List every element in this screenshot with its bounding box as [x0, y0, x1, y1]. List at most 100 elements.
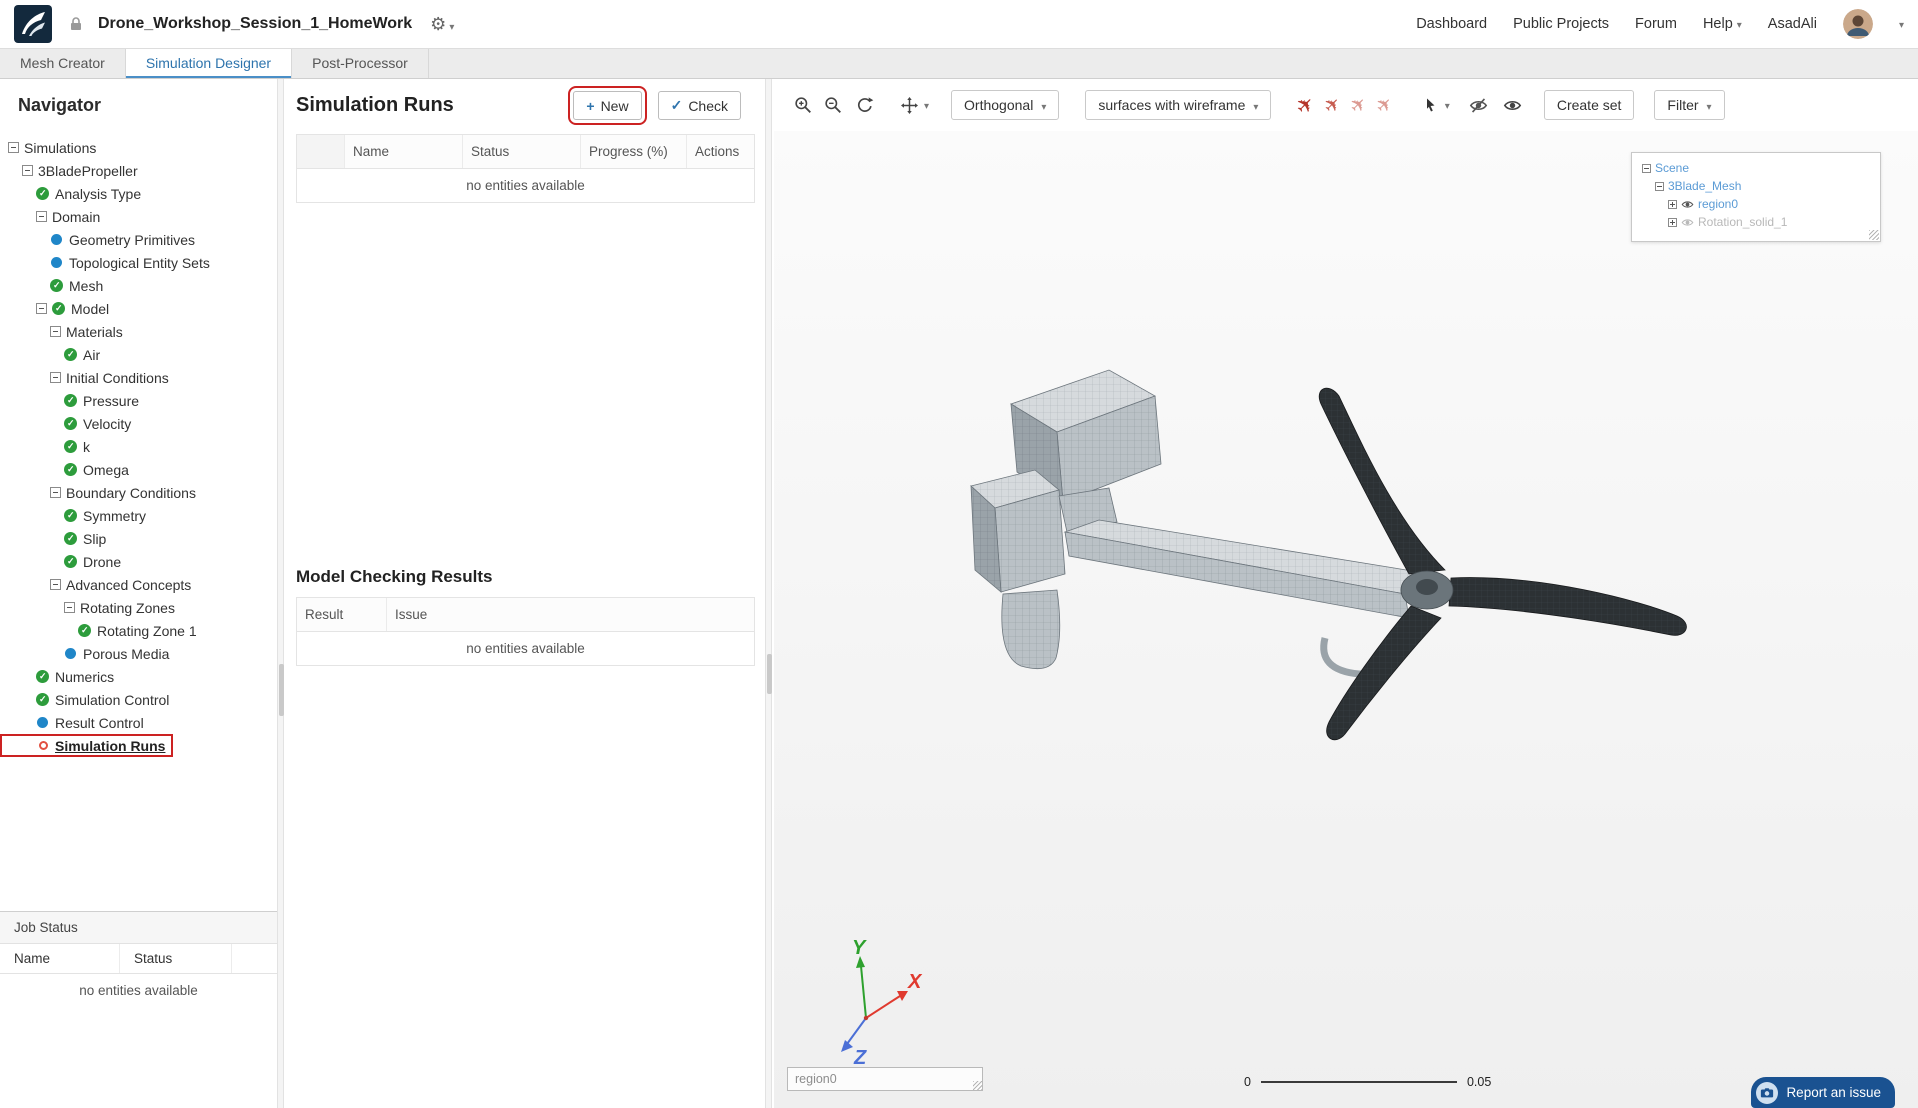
user-avatar[interactable]: [1843, 9, 1873, 39]
navigator-tree-item[interactable]: Numerics: [0, 665, 120, 688]
navigator-tree-item[interactable]: Symmetry: [0, 504, 152, 527]
navigator-tree-item[interactable]: Pressure: [0, 389, 145, 412]
tree-item-label: Simulation Runs: [55, 738, 165, 754]
workbench-tab[interactable]: Simulation Designer: [126, 49, 292, 78]
resize-grip[interactable]: [1869, 230, 1879, 240]
job-column-status: Status: [120, 944, 232, 973]
nav-public-projects-link[interactable]: Public Projects: [1513, 16, 1609, 32]
create-set-button[interactable]: Create set: [1544, 90, 1635, 120]
navigator-tree-item[interactable]: k: [0, 435, 96, 458]
expander-icon[interactable]: [1642, 164, 1651, 173]
status-icon: [64, 417, 77, 430]
show-all-eye-button[interactable]: [1500, 92, 1526, 118]
expander-icon[interactable]: [36, 303, 47, 314]
navigator-tree-item[interactable]: Rotating Zone 1: [0, 619, 203, 642]
pan-tool-menu[interactable]: [896, 92, 929, 118]
expander-icon[interactable]: [50, 372, 61, 383]
navigator-tree-item[interactable]: Topological Entity Sets: [0, 251, 216, 274]
nav-forum-link[interactable]: Forum: [1635, 16, 1677, 32]
new-button-label: New: [601, 98, 629, 114]
navigator-tree-item[interactable]: Simulation Control: [0, 688, 175, 711]
visibility-eye-icon[interactable]: [1681, 216, 1694, 229]
privacy-lock-icon[interactable]: [68, 16, 84, 32]
selection-input[interactable]: [787, 1067, 983, 1091]
expander-icon[interactable]: [1655, 182, 1664, 191]
scene-tree-item[interactable]: region0: [1638, 195, 1874, 213]
expander-icon[interactable]: [50, 326, 61, 337]
job-empty-text: no entities available: [0, 974, 277, 1007]
expander-icon[interactable]: [1668, 200, 1677, 209]
panel-scrollbar[interactable]: [765, 79, 772, 1108]
render-mode-label: surfaces with wireframe: [1098, 97, 1245, 113]
navigator-tree-item[interactable]: Omega: [0, 458, 135, 481]
zoom-out-button[interactable]: [820, 92, 846, 118]
navigator-tree-item[interactable]: Velocity: [0, 412, 137, 435]
select-tool-menu[interactable]: [1417, 92, 1450, 118]
expander-icon[interactable]: [36, 211, 47, 222]
check-button[interactable]: ✓ Check: [658, 91, 741, 120]
scene-tree: Scene 3Blade_Mesh region0: [1631, 152, 1881, 242]
expander-icon[interactable]: [64, 602, 75, 613]
filter-select[interactable]: Filter: [1654, 90, 1724, 120]
resize-grip[interactable]: [973, 1081, 982, 1090]
workbench-tab[interactable]: Post-Processor: [292, 49, 429, 78]
nav-help-menu[interactable]: Help: [1703, 16, 1742, 32]
scrollbar-thumb[interactable]: [279, 664, 284, 716]
navigator-tree-item[interactable]: Slip: [0, 527, 112, 550]
filter-label: Filter: [1667, 97, 1698, 113]
navigator-tree-item[interactable]: Boundary Conditions: [0, 481, 202, 504]
tree-item-label: Velocity: [83, 416, 131, 432]
render-mode-select[interactable]: surfaces with wireframe: [1085, 90, 1271, 120]
navigator-tree-item[interactable]: Porous Media: [0, 642, 175, 665]
navigator-tree-item[interactable]: Simulation Runs: [0, 734, 173, 757]
new-run-button[interactable]: + New: [573, 91, 641, 120]
username-label[interactable]: AsadAli: [1768, 16, 1817, 32]
expander-icon[interactable]: [50, 487, 61, 498]
visibility-eye-icon[interactable]: [1681, 198, 1694, 211]
navigator-tree-item[interactable]: Initial Conditions: [0, 366, 175, 389]
expander-icon[interactable]: [50, 579, 61, 590]
tree-item-label: Rotating Zones: [80, 600, 175, 616]
drone-mesh-render[interactable]: [959, 356, 1719, 751]
scene-tree-item[interactable]: Scene: [1638, 159, 1874, 177]
hide-selection-eye-off-button[interactable]: [1466, 92, 1492, 118]
view-preset-plane-icon-4[interactable]: ✈: [1371, 91, 1399, 119]
navigator-tree-item[interactable]: Domain: [0, 205, 106, 228]
zoom-in-button[interactable]: [790, 92, 816, 118]
navigator-tree-item[interactable]: Analysis Type: [0, 182, 147, 205]
navigator-tree-item[interactable]: Model: [0, 297, 115, 320]
scrollbar-thumb[interactable]: [767, 654, 772, 694]
project-settings-gear-icon[interactable]: ⚙: [430, 14, 454, 35]
projection-select[interactable]: Orthogonal: [951, 90, 1059, 120]
runs-actions: + New ✓ Check: [573, 91, 755, 120]
navigator-tree-item[interactable]: Mesh: [0, 274, 109, 297]
report-issue-button[interactable]: Report an issue: [1751, 1077, 1895, 1108]
navigator-tree-item[interactable]: Result Control: [0, 711, 150, 734]
status-icon: [36, 187, 49, 200]
navigator-tree-item[interactable]: Drone: [0, 550, 127, 573]
navigator-tree-item[interactable]: Simulations: [0, 136, 102, 159]
navigator-tree-item[interactable]: Rotating Zones: [0, 596, 181, 619]
axis-triad[interactable]: Y X Z: [814, 938, 924, 1068]
navigator-tree-item[interactable]: Geometry Primitives: [0, 228, 201, 251]
view-preset-plane-icon-2[interactable]: ✈: [1319, 91, 1347, 119]
nav-dashboard-link[interactable]: Dashboard: [1416, 16, 1487, 32]
view-preset-plane-icon-1[interactable]: ✈: [1291, 90, 1321, 120]
workbench-tab[interactable]: Mesh Creator: [0, 49, 126, 78]
navigator-scrollbar[interactable]: [277, 79, 284, 1108]
expander-icon[interactable]: [1668, 218, 1677, 227]
drone-body: [971, 370, 1431, 674]
view-preset-plane-icon-3[interactable]: ✈: [1345, 91, 1373, 119]
scene-tree-item[interactable]: Rotation_solid_1: [1638, 213, 1874, 231]
navigator-tree-item[interactable]: Air: [0, 343, 106, 366]
expander-icon[interactable]: [8, 142, 19, 153]
viewport-canvas[interactable]: Scene 3Blade_Mesh region0: [774, 131, 1918, 1108]
navigator-tree-item[interactable]: Materials: [0, 320, 129, 343]
navigator-tree-item[interactable]: 3BladePropeller: [0, 159, 144, 182]
chevron-down-icon[interactable]: [1899, 16, 1904, 32]
expander-icon[interactable]: [22, 165, 33, 176]
reset-view-button[interactable]: [852, 92, 878, 118]
simscale-logo-icon[interactable]: [14, 5, 52, 43]
scene-tree-item[interactable]: 3Blade_Mesh: [1638, 177, 1874, 195]
navigator-tree-item[interactable]: Advanced Concepts: [0, 573, 197, 596]
